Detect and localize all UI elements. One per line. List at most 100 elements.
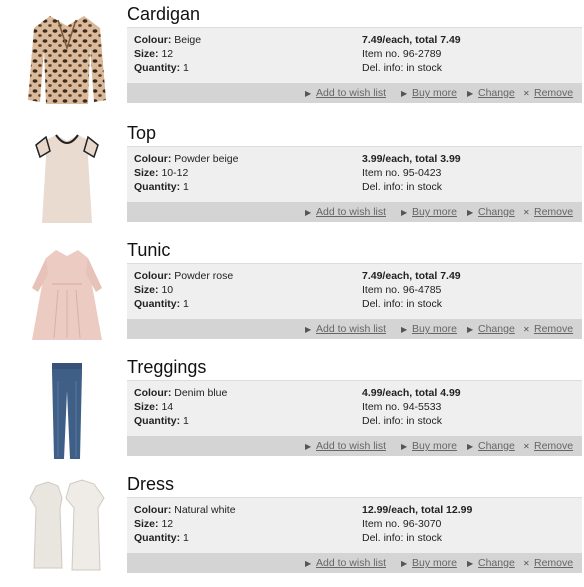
buy-more-link[interactable]: ▶ Buy more <box>401 557 457 570</box>
buy-more-link[interactable]: ▶ Buy more <box>401 206 457 219</box>
item-number: Item no. 96-3070 <box>362 518 442 530</box>
quantity-label: Quantity: <box>134 298 181 310</box>
quantity-label: Quantity: <box>134 532 181 544</box>
product-title[interactable]: Dress <box>127 472 174 496</box>
close-icon: ✕ <box>523 325 530 334</box>
cart-item: Tunic Colour: Powder rose Size: 10 Quant… <box>0 236 584 353</box>
delivery-info: Del. info: in stock <box>362 532 442 544</box>
add-to-wish-list-link[interactable]: ▶ Add to wish list <box>305 440 386 453</box>
arrow-right-icon: ▶ <box>467 559 474 568</box>
product-details: Colour: Powder rose Size: 10 Quantity: 1… <box>127 263 582 319</box>
product-image-top[interactable] <box>22 127 112 227</box>
change-link[interactable]: ▶ Change <box>467 440 515 453</box>
buy-more-link[interactable]: ▶ Buy more <box>401 440 457 453</box>
size-value: 10 <box>161 284 174 296</box>
product-panel: Colour: Powder beige Size: 10-12 Quantit… <box>127 146 582 222</box>
price-total: 4.99/each, total 4.99 <box>362 387 461 399</box>
remove-link[interactable]: ✕ Remove <box>523 440 573 453</box>
action-bar: ▶ Add to wish list ▶ Buy more ▶ Change ✕ Rem… <box>127 436 582 456</box>
quantity-value: 1 <box>183 62 189 74</box>
remove-link[interactable]: ✕ Remove <box>523 87 573 100</box>
colour-value: Powder rose <box>174 270 234 282</box>
product-image-treggings[interactable] <box>22 361 112 461</box>
arrow-right-icon: ▶ <box>401 89 408 98</box>
product-title[interactable]: Cardigan <box>127 2 200 26</box>
arrow-right-icon: ▶ <box>467 208 474 217</box>
size-label: Size: <box>134 401 159 413</box>
change-link[interactable]: ▶ Change <box>467 323 515 336</box>
item-number: Item no. 96-2789 <box>362 48 442 60</box>
change-link[interactable]: ▶ Change <box>467 206 515 219</box>
quantity-value: 1 <box>183 181 189 193</box>
price-total: 12.99/each, total 12.99 <box>362 504 473 516</box>
colour-label: Colour: <box>134 387 172 399</box>
delivery-info: Del. info: in stock <box>362 298 442 310</box>
close-icon: ✕ <box>523 208 530 217</box>
delivery-info: Del. info: in stock <box>362 181 442 193</box>
size-label: Size: <box>134 284 159 296</box>
remove-link[interactable]: ✕ Remove <box>523 323 573 336</box>
arrow-right-icon: ▶ <box>305 442 312 451</box>
close-icon: ✕ <box>523 442 530 451</box>
size-label: Size: <box>134 518 159 530</box>
price-total: 7.49/each, total 7.49 <box>362 270 461 282</box>
arrow-right-icon: ▶ <box>467 442 474 451</box>
buy-more-link[interactable]: ▶ Buy more <box>401 323 457 336</box>
close-icon: ✕ <box>523 559 530 568</box>
size-value: 10-12 <box>161 167 189 179</box>
cart-item: Cardigan Colour: Beige Size: 12 Quantity… <box>0 0 584 117</box>
add-to-wish-list-link[interactable]: ▶ Add to wish list <box>305 206 386 219</box>
item-number: Item no. 96-4785 <box>362 284 442 296</box>
item-number: Item no. 95-0423 <box>362 167 442 179</box>
product-details: Colour: Powder beige Size: 10-12 Quantit… <box>127 146 582 202</box>
add-to-wish-list-link[interactable]: ▶ Add to wish list <box>305 87 386 100</box>
product-image-dress[interactable] <box>22 478 112 578</box>
size-value: 12 <box>161 48 174 60</box>
product-panel: Colour: Beige Size: 12 Quantity: 1 7.49/… <box>127 27 582 103</box>
product-panel: Colour: Denim blue Size: 14 Quantity: 1 … <box>127 380 582 456</box>
size-value: 14 <box>161 401 174 413</box>
arrow-right-icon: ▶ <box>305 559 312 568</box>
action-bar: ▶ Add to wish list ▶ Buy more ▶ Change ✕ Rem… <box>127 83 582 103</box>
add-to-wish-list-link[interactable]: ▶ Add to wish list <box>305 557 386 570</box>
remove-link[interactable]: ✕ Remove <box>523 206 573 219</box>
buy-more-link[interactable]: ▶ Buy more <box>401 87 457 100</box>
change-link[interactable]: ▶ Change <box>467 87 515 100</box>
action-bar: ▶ Add to wish list ▶ Buy more ▶ Change ✕ Rem… <box>127 319 582 339</box>
colour-value: Powder beige <box>174 153 239 165</box>
price-total: 7.49/each, total 7.49 <box>362 34 461 46</box>
change-link[interactable]: ▶ Change <box>467 557 515 570</box>
remove-link[interactable]: ✕ Remove <box>523 557 573 570</box>
colour-label: Colour: <box>134 153 172 165</box>
product-title[interactable]: Top <box>127 121 156 145</box>
cart-item: Dress Colour: Natural white Size: 12 Qua… <box>0 470 584 587</box>
colour-value: Natural white <box>174 504 236 516</box>
product-panel: Colour: Powder rose Size: 10 Quantity: 1… <box>127 263 582 339</box>
arrow-right-icon: ▶ <box>401 208 408 217</box>
colour-label: Colour: <box>134 504 172 516</box>
arrow-right-icon: ▶ <box>467 325 474 334</box>
delivery-info: Del. info: in stock <box>362 415 442 427</box>
product-image-tunic[interactable] <box>22 244 112 344</box>
add-to-wish-list-link[interactable]: ▶ Add to wish list <box>305 323 386 336</box>
close-icon: ✕ <box>523 89 530 98</box>
colour-label: Colour: <box>134 270 172 282</box>
colour-label: Colour: <box>134 34 172 46</box>
product-details: Colour: Denim blue Size: 14 Quantity: 1 … <box>127 380 582 436</box>
arrow-right-icon: ▶ <box>401 442 408 451</box>
action-bar: ▶ Add to wish list ▶ Buy more ▶ Change ✕ Rem… <box>127 553 582 573</box>
product-image-cardigan[interactable] <box>22 8 112 108</box>
arrow-right-icon: ▶ <box>467 89 474 98</box>
product-details: Colour: Beige Size: 12 Quantity: 1 7.49/… <box>127 27 582 83</box>
arrow-right-icon: ▶ <box>401 325 408 334</box>
delivery-info: Del. info: in stock <box>362 62 442 74</box>
size-label: Size: <box>134 48 159 60</box>
product-title[interactable]: Tunic <box>127 238 170 262</box>
cart-item: Treggings Colour: Denim blue Size: 14 Qu… <box>0 353 584 470</box>
colour-value: Denim blue <box>174 387 228 399</box>
arrow-right-icon: ▶ <box>305 208 312 217</box>
arrow-right-icon: ▶ <box>401 559 408 568</box>
cart-item: Top Colour: Powder beige Size: 10-12 Qua… <box>0 119 584 236</box>
product-title[interactable]: Treggings <box>127 355 206 379</box>
size-label: Size: <box>134 167 159 179</box>
